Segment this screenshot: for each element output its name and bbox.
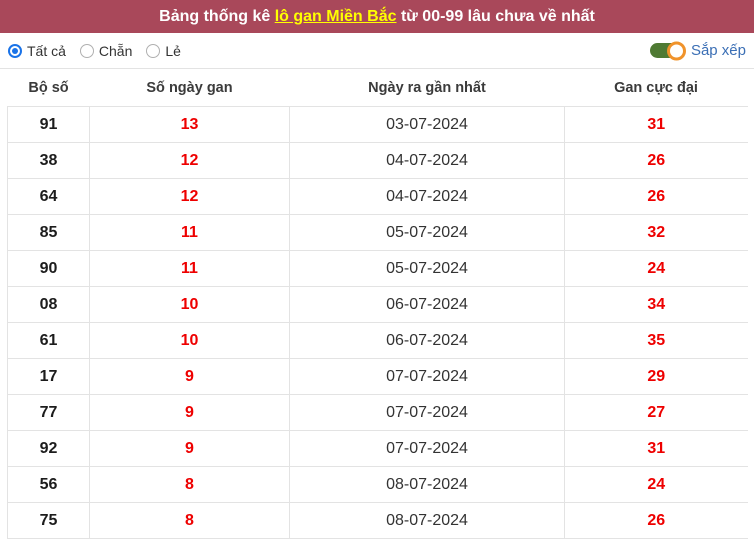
cell-gan-cuc-dai: 27	[564, 394, 748, 431]
table-row[interactable]: 90 11 05-07-2024 24	[7, 250, 748, 287]
cell-so-ngay-gan: 12	[89, 178, 290, 215]
cell-ngay-ra-gan-nhat: 06-07-2024	[289, 322, 565, 359]
cell-ngay-ra-gan-nhat: 04-07-2024	[289, 142, 565, 179]
table-row[interactable]: 77 9 07-07-2024 27	[7, 394, 748, 431]
cell-ngay-ra-gan-nhat: 05-07-2024	[289, 250, 565, 287]
cell-bo-so: 90	[7, 250, 90, 287]
cell-so-ngay-gan: 9	[89, 358, 290, 395]
table-row[interactable]: 61 10 06-07-2024 35	[7, 322, 748, 359]
radio-option-tat-ca[interactable]: Tất cả	[8, 43, 66, 59]
cell-so-ngay-gan: 11	[89, 214, 290, 251]
cell-so-ngay-gan: 13	[89, 106, 290, 143]
cell-so-ngay-gan: 12	[89, 142, 290, 179]
sort-control[interactable]: Sắp xếp	[649, 41, 746, 60]
cell-ngay-ra-gan-nhat: 07-07-2024	[289, 430, 565, 467]
cell-gan-cuc-dai: 26	[564, 178, 748, 215]
radio-icon-selected	[8, 43, 22, 58]
cell-gan-cuc-dai: 31	[564, 430, 748, 467]
page-title: Bảng thống kê lô gan Miền Bắc từ 00-99 l…	[159, 8, 595, 26]
cell-ngay-ra-gan-nhat: 05-07-2024	[289, 214, 565, 251]
cell-bo-so: 56	[7, 466, 90, 503]
cell-so-ngay-gan: 9	[89, 394, 290, 431]
cell-bo-so: 77	[7, 394, 90, 431]
page-banner: Bảng thống kê lô gan Miền Bắc từ 00-99 l…	[0, 0, 754, 33]
cell-ngay-ra-gan-nhat: 08-07-2024	[289, 466, 565, 503]
radio-icon-unselected	[146, 43, 161, 58]
radio-option-chan[interactable]: Chẵn	[79, 42, 133, 59]
radio-label-le: Lẻ	[165, 42, 181, 59]
radio-label-chan: Chẵn	[98, 42, 133, 59]
cell-bo-so: 85	[7, 214, 90, 251]
column-header-gan-cuc-dai[interactable]: Gan cực đại	[564, 69, 748, 107]
cell-ngay-ra-gan-nhat: 07-07-2024	[289, 394, 565, 431]
radio-icon-unselected	[79, 43, 94, 58]
cell-gan-cuc-dai: 26	[564, 142, 748, 179]
cell-ngay-ra-gan-nhat: 03-07-2024	[289, 106, 565, 143]
table-row[interactable]: 64 12 04-07-2024 26	[7, 178, 748, 215]
cell-gan-cuc-dai: 24	[564, 466, 748, 503]
cell-gan-cuc-dai: 26	[564, 502, 748, 539]
cell-so-ngay-gan: 9	[89, 430, 290, 467]
table-row[interactable]: 92 9 07-07-2024 31	[7, 430, 748, 467]
cell-ngay-ra-gan-nhat: 06-07-2024	[289, 286, 565, 323]
table-row[interactable]: 75 8 08-07-2024 26	[7, 502, 748, 539]
sort-label: Sắp xếp	[690, 42, 746, 59]
cell-bo-so: 64	[7, 178, 90, 215]
cell-gan-cuc-dai: 29	[564, 358, 748, 395]
table-row[interactable]: 85 11 05-07-2024 32	[7, 214, 748, 251]
cell-gan-cuc-dai: 31	[564, 106, 748, 143]
parity-filter-group: Tất cả Chẵn Lẻ	[8, 43, 181, 59]
table-container: Bộ số Số ngày gan Ngày ra gần nhất Gan c…	[0, 69, 754, 539]
sort-toggle-switch[interactable]	[649, 41, 686, 60]
filter-toolbar: Tất cả Chẵn Lẻ Sắp xếp	[0, 33, 754, 69]
table-head: Bộ số Số ngày gan Ngày ra gần nhất Gan c…	[7, 69, 748, 107]
cell-bo-so: 61	[7, 322, 90, 359]
table-header-row: Bộ số Số ngày gan Ngày ra gần nhất Gan c…	[7, 69, 748, 107]
cell-so-ngay-gan: 10	[89, 286, 290, 323]
cell-gan-cuc-dai: 32	[564, 214, 748, 251]
cell-ngay-ra-gan-nhat: 07-07-2024	[289, 358, 565, 395]
cell-ngay-ra-gan-nhat: 08-07-2024	[289, 502, 565, 539]
column-header-ngay-ra[interactable]: Ngày ra gần nhất	[289, 69, 565, 107]
page-title-prefix: Bảng thống kê	[159, 7, 275, 25]
table-row[interactable]: 56 8 08-07-2024 24	[7, 466, 748, 503]
radio-label-tat-ca: Tất cả	[27, 42, 66, 59]
cell-bo-so: 75	[7, 502, 90, 539]
toggle-knob-icon	[666, 41, 686, 60]
column-header-so-ngay-gan[interactable]: Số ngày gan	[89, 69, 290, 107]
cell-so-ngay-gan: 11	[89, 250, 290, 287]
table-row[interactable]: 17 9 07-07-2024 29	[7, 358, 748, 395]
table-row[interactable]: 38 12 04-07-2024 26	[7, 142, 748, 179]
cell-bo-so: 38	[7, 142, 90, 179]
lo-gan-statistics-table: Bộ số Số ngày gan Ngày ra gần nhất Gan c…	[7, 69, 748, 539]
radio-option-le[interactable]: Lẻ	[146, 43, 181, 59]
cell-gan-cuc-dai: 24	[564, 250, 748, 287]
cell-so-ngay-gan: 8	[89, 466, 290, 503]
cell-ngay-ra-gan-nhat: 04-07-2024	[289, 178, 565, 215]
column-header-bo-so[interactable]: Bộ số	[7, 69, 90, 107]
cell-bo-so: 91	[7, 106, 90, 143]
cell-bo-so: 17	[7, 358, 90, 395]
cell-so-ngay-gan: 10	[89, 322, 290, 359]
table-body: 91 13 03-07-2024 31 38 12 04-07-2024 26 64 12 04-0…	[7, 106, 748, 539]
cell-bo-so: 92	[7, 430, 90, 467]
cell-gan-cuc-dai: 35	[564, 322, 748, 359]
table-row[interactable]: 08 10 06-07-2024 34	[7, 286, 748, 323]
cell-so-ngay-gan: 8	[89, 502, 290, 539]
page-title-keyword-link[interactable]: lô gan Miền Bắc	[275, 8, 397, 25]
cell-gan-cuc-dai: 34	[564, 286, 748, 323]
page-title-suffix: từ 00-99 lâu chưa về nhất	[396, 7, 595, 25]
cell-bo-so: 08	[7, 286, 90, 323]
table-row[interactable]: 91 13 03-07-2024 31	[7, 106, 748, 143]
